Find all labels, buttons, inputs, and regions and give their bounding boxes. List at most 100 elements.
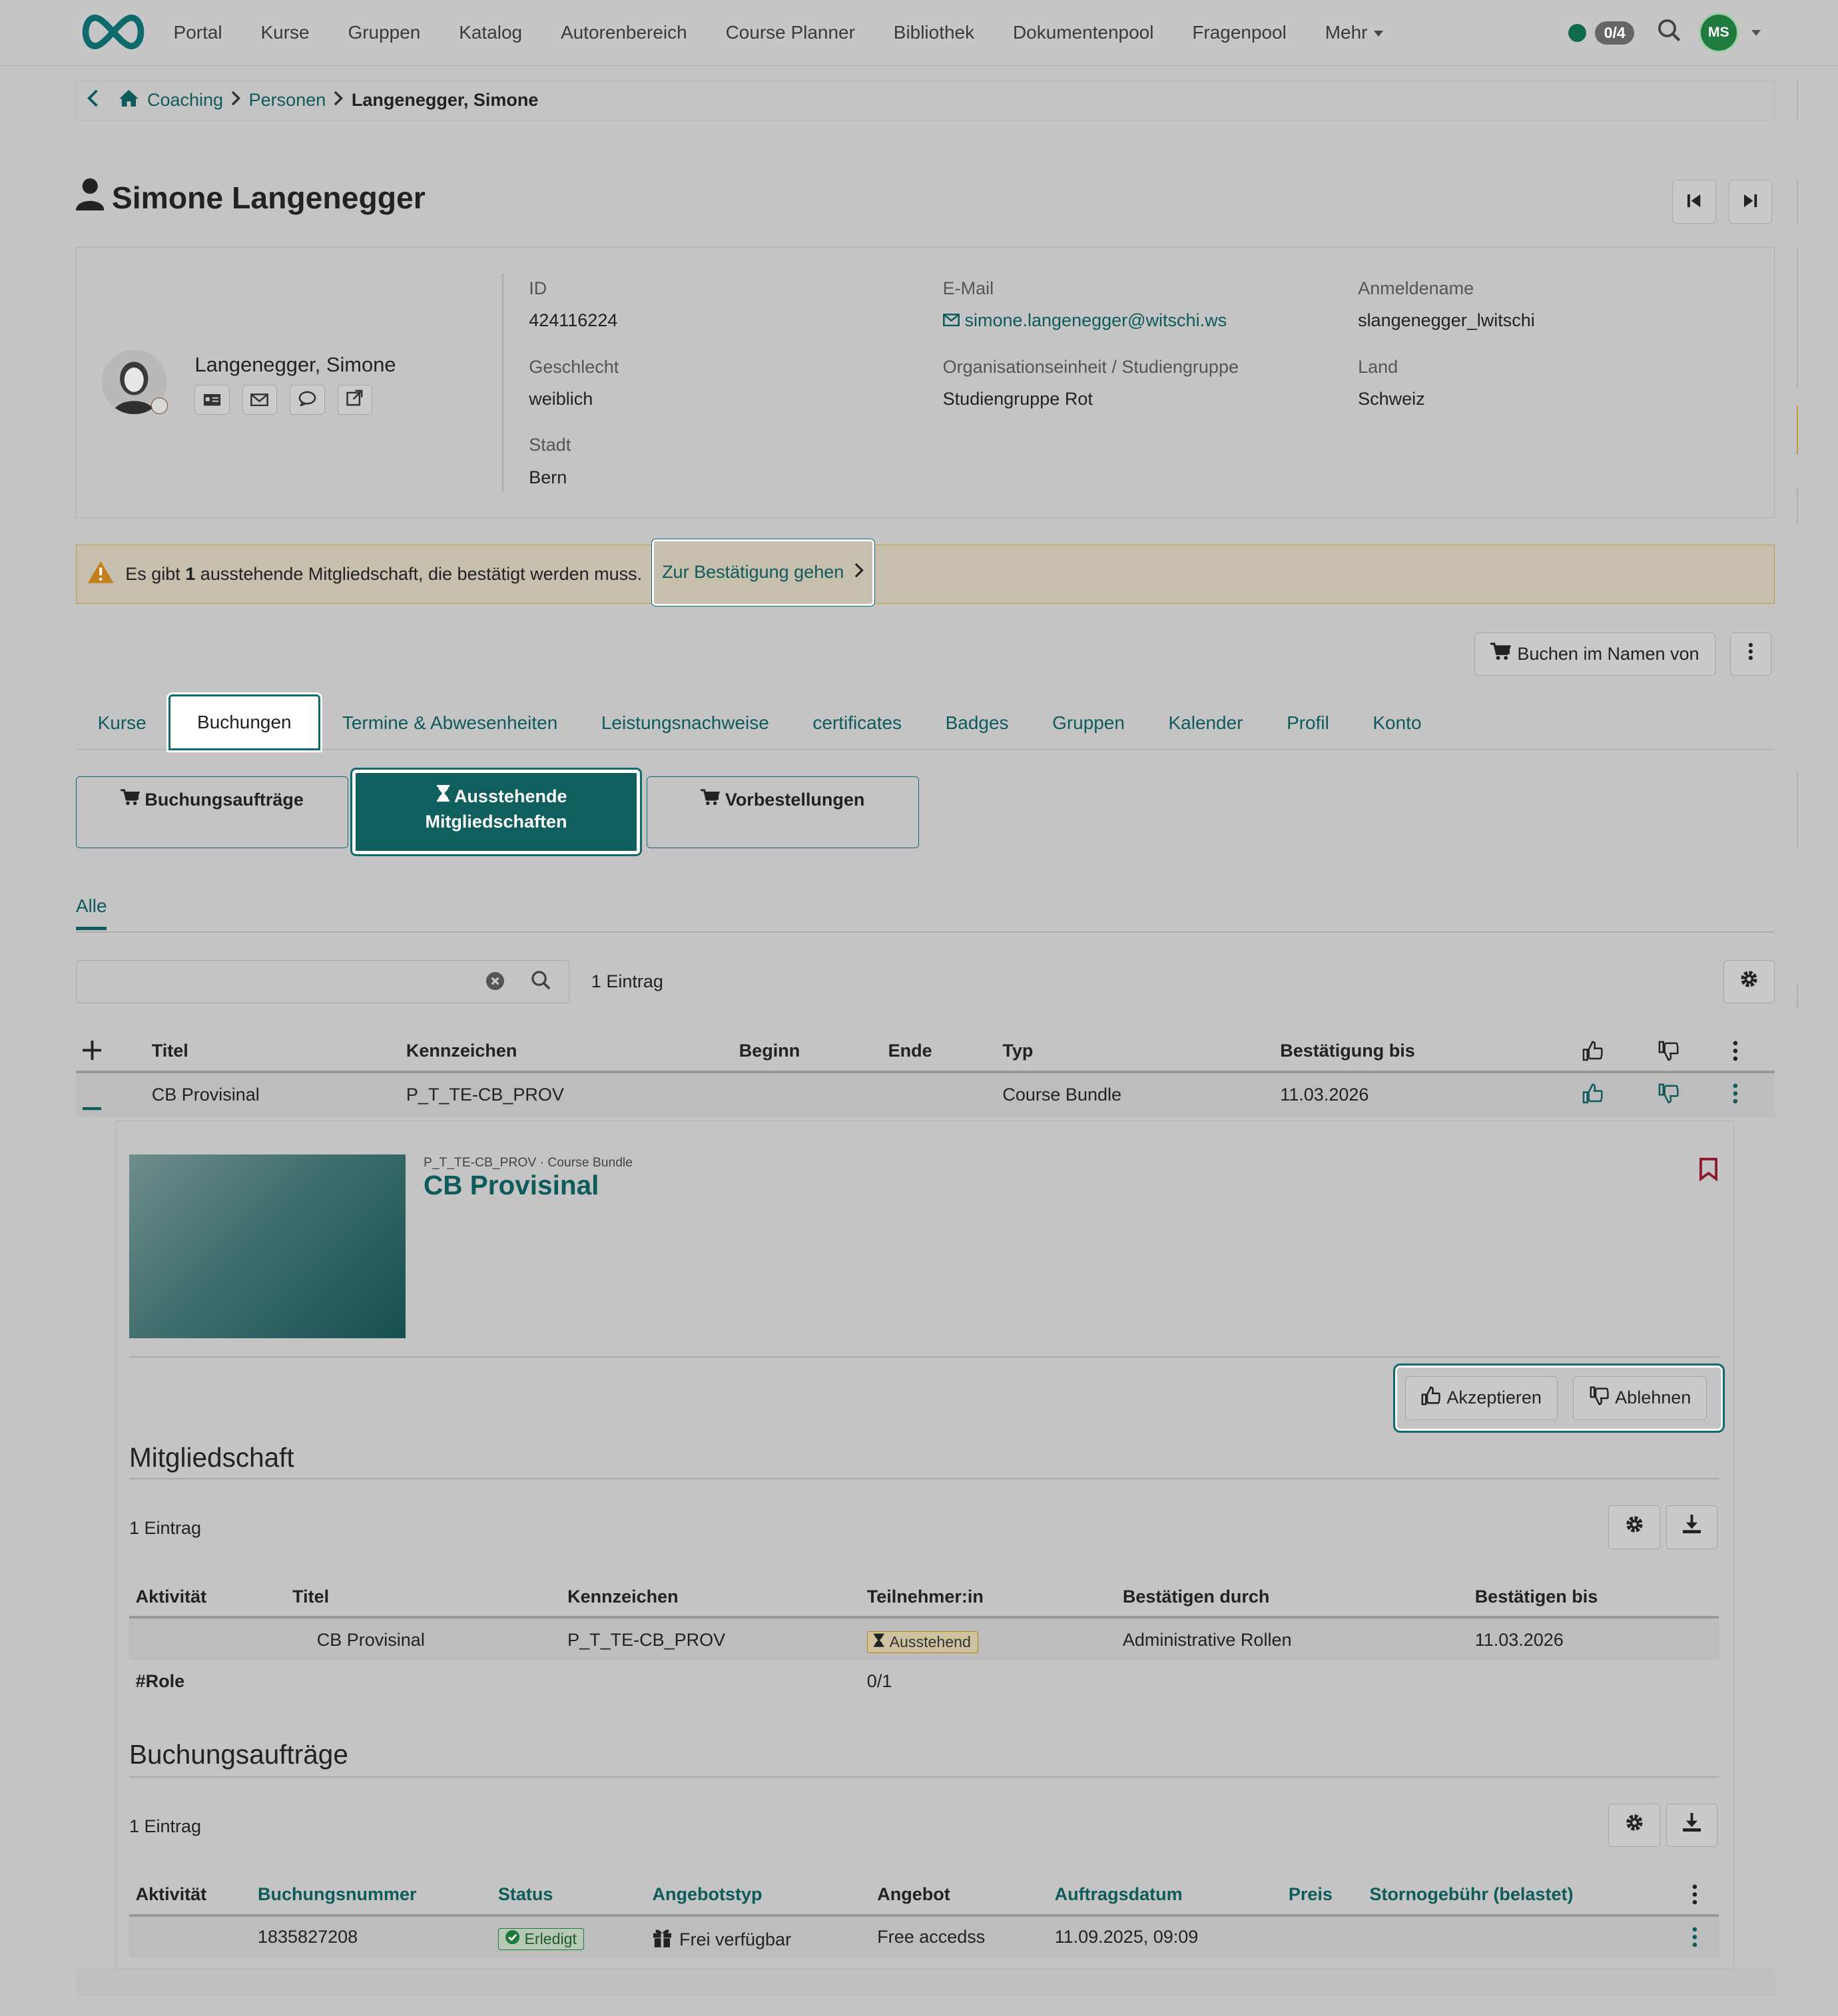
col-begin[interactable]: Beginn bbox=[739, 1041, 800, 1061]
user-icon bbox=[75, 177, 105, 218]
chat-button[interactable] bbox=[290, 385, 325, 415]
thumbs-up-icon bbox=[1421, 1386, 1440, 1410]
nav-portal[interactable]: Portal bbox=[174, 22, 222, 43]
notification-badge[interactable]: 0/4 bbox=[1595, 21, 1635, 45]
tab-badges[interactable]: Badges bbox=[924, 712, 1030, 749]
next-person-button[interactable] bbox=[1728, 180, 1773, 224]
bookmark-icon[interactable] bbox=[1699, 1157, 1718, 1187]
reject-label: Ablehnen bbox=[1615, 1387, 1691, 1408]
kebab-icon[interactable] bbox=[1692, 1884, 1697, 1910]
chevron-right-icon bbox=[854, 562, 864, 583]
field-city-value: Bern bbox=[529, 467, 567, 487]
open-external-button[interactable] bbox=[337, 385, 372, 415]
nav-gruppen[interactable]: Gruppen bbox=[348, 22, 420, 43]
tab-certificates[interactable]: certificates bbox=[791, 712, 924, 749]
breadcrumb-coaching[interactable]: Coaching bbox=[147, 90, 223, 111]
nav-dokumentenpool[interactable]: Dokumentenpool bbox=[1013, 22, 1153, 43]
collapse-row-icon[interactable] bbox=[82, 1093, 102, 1117]
row-kebab-icon[interactable] bbox=[1733, 1083, 1738, 1109]
row-code-link[interactable]: P_T_TE-CB_PROV bbox=[406, 1085, 564, 1105]
status-badge: Ausstehend bbox=[866, 1629, 978, 1654]
tab-kalender[interactable]: Kalender bbox=[1147, 712, 1265, 749]
subtab-pending-memberships[interactable]: Ausstehende Mitgliedschaften bbox=[350, 768, 643, 857]
field-id-value: 424116224 bbox=[529, 310, 618, 331]
tab-leistungsnachweise[interactable]: Leistungsnachweise bbox=[579, 712, 790, 749]
breadcrumb-personen[interactable]: Personen bbox=[249, 90, 326, 111]
o-col-price[interactable]: Preis bbox=[1289, 1884, 1333, 1905]
o-col-date[interactable]: Auftragsdatum bbox=[1055, 1884, 1183, 1905]
gift-icon bbox=[652, 1927, 673, 1952]
o-col-number[interactable]: Buchungsnummer bbox=[258, 1884, 417, 1905]
col-end[interactable]: Ende bbox=[888, 1041, 932, 1061]
membership-download-button[interactable] bbox=[1666, 1505, 1718, 1549]
search-input[interactable] bbox=[75, 959, 569, 1004]
online-status-icon[interactable] bbox=[1568, 23, 1586, 42]
back-icon[interactable] bbox=[87, 89, 99, 112]
course-meta: P_T_TE-CB_PROV · Course Bundle bbox=[423, 1156, 633, 1170]
send-mail-button[interactable] bbox=[242, 385, 278, 415]
row-kebab-icon[interactable] bbox=[1692, 1927, 1697, 1953]
search-icon[interactable] bbox=[1658, 19, 1681, 47]
o-col-offer-type[interactable]: Angebotstyp bbox=[652, 1884, 762, 1905]
chevron-down-icon[interactable] bbox=[1751, 29, 1761, 36]
membership-heading: Mitgliedschaft bbox=[129, 1442, 294, 1473]
filter-tab-all[interactable]: Alle bbox=[76, 895, 107, 917]
tab-termine[interactable]: Termine & Abwesenheiten bbox=[320, 712, 579, 749]
tab-konto[interactable]: Konto bbox=[1351, 712, 1444, 749]
subtab-booking-orders[interactable]: Buchungsaufträge bbox=[75, 776, 349, 848]
kebab-icon[interactable] bbox=[1733, 1041, 1738, 1067]
nav-bibliothek[interactable]: Bibliothek bbox=[894, 22, 974, 43]
alert-text-post: ausstehende Mitgliedschaft, die bestätig… bbox=[200, 564, 643, 585]
col-title[interactable]: Titel bbox=[152, 1041, 188, 1061]
email-link[interactable]: simone.langenegger@witschi.ws bbox=[964, 310, 1227, 331]
vcard-button[interactable] bbox=[194, 385, 230, 415]
col-confirm-until[interactable]: Bestätigung bis bbox=[1280, 1041, 1415, 1061]
nav-katalog[interactable]: Katalog bbox=[459, 22, 522, 43]
edge-line bbox=[1797, 771, 1799, 848]
accept-button[interactable]: Akzeptieren bbox=[1404, 1376, 1558, 1420]
o-col-status[interactable]: Status bbox=[498, 1884, 553, 1905]
edge-line bbox=[1797, 246, 1799, 388]
nav-fragenpool[interactable]: Fragenpool bbox=[1192, 22, 1287, 43]
subtab-preorders[interactable]: Vorbestellungen bbox=[646, 776, 919, 848]
field-email: E-Mail simone.langenegger@witschi.ws bbox=[943, 278, 1227, 331]
nav-autorenbereich[interactable]: Autorenbereich bbox=[561, 22, 687, 43]
breadcrumb-current: Langenegger, Simone bbox=[351, 90, 539, 111]
nav-kurse[interactable]: Kurse bbox=[261, 22, 310, 43]
col-code[interactable]: Kennzeichen bbox=[406, 1041, 517, 1061]
tab-profil[interactable]: Profil bbox=[1265, 712, 1351, 749]
go-to-confirmation-button[interactable]: Zur Bestätigung gehen bbox=[651, 538, 875, 607]
row-title-link[interactable]: CB Provisinal bbox=[152, 1085, 260, 1105]
nav-course-planner[interactable]: Course Planner bbox=[726, 22, 855, 43]
accept-thumbs-up-icon[interactable] bbox=[1582, 1083, 1603, 1109]
field-gender: Geschlecht weiblich bbox=[529, 357, 619, 409]
expand-all-icon[interactable] bbox=[82, 1041, 102, 1065]
book-on-behalf-button[interactable]: Buchen im Namen von bbox=[1474, 632, 1715, 676]
logo-icon[interactable] bbox=[77, 13, 149, 57]
membership-settings-button[interactable] bbox=[1608, 1505, 1660, 1549]
o-col-cancel-fee[interactable]: Stornogebühr (belastet) bbox=[1369, 1884, 1573, 1905]
orders-download-button[interactable] bbox=[1666, 1803, 1718, 1848]
nav-mehr-menu[interactable]: Mehr bbox=[1325, 22, 1384, 43]
orders-settings-button[interactable] bbox=[1608, 1803, 1660, 1848]
col-type[interactable]: Typ bbox=[1002, 1041, 1033, 1061]
previous-person-button[interactable] bbox=[1672, 180, 1716, 224]
search-icon[interactable] bbox=[531, 971, 551, 995]
reject-button[interactable]: Ablehnen bbox=[1573, 1376, 1707, 1420]
clear-search-icon[interactable] bbox=[486, 972, 505, 991]
tab-buchungen[interactable]: Buchungen bbox=[166, 692, 323, 753]
user-avatar[interactable]: MS bbox=[1698, 13, 1739, 53]
envelope-icon bbox=[250, 387, 269, 411]
more-actions-button[interactable] bbox=[1729, 632, 1771, 676]
detail-divider bbox=[129, 1356, 1719, 1358]
course-title[interactable]: CB Provisinal bbox=[424, 1170, 599, 1201]
thumbs-down-icon bbox=[1658, 1041, 1679, 1067]
table-settings-button[interactable] bbox=[1723, 959, 1775, 1004]
home-icon[interactable] bbox=[118, 89, 140, 113]
field-org-value: Studiengruppe Rot bbox=[942, 388, 1093, 409]
field-id-label: ID bbox=[529, 278, 547, 298]
role-footer-label: #Role bbox=[135, 1670, 185, 1691]
tab-kurse[interactable]: Kurse bbox=[76, 712, 168, 749]
tab-gruppen[interactable]: Gruppen bbox=[1030, 712, 1146, 749]
reject-thumbs-down-icon[interactable] bbox=[1658, 1083, 1679, 1109]
